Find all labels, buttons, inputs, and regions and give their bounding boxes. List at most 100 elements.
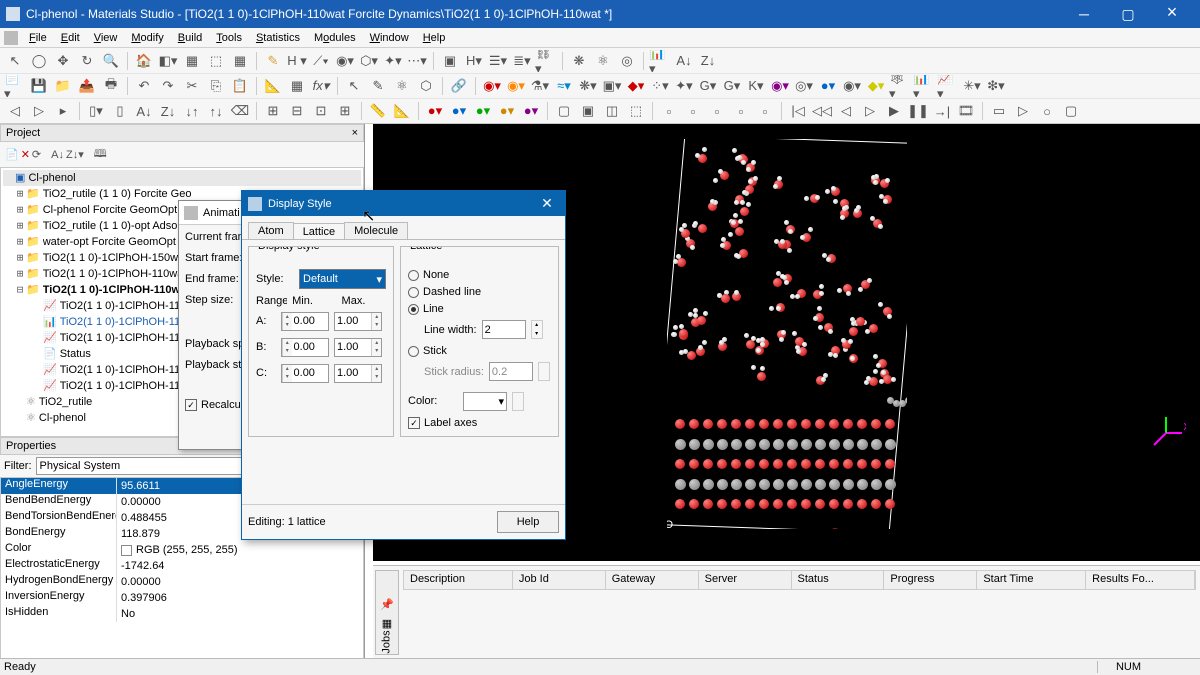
tree-item[interactable]: water-opt Forcite GeomOpt bbox=[43, 234, 176, 250]
tab-atom[interactable]: Atom bbox=[248, 222, 294, 239]
del-icon[interactable]: ⌫ bbox=[229, 100, 251, 122]
sq1-icon[interactable]: ▫ bbox=[658, 100, 680, 122]
box1-icon[interactable]: ▢ bbox=[553, 100, 575, 122]
win2-icon[interactable]: ▯ bbox=[109, 100, 131, 122]
yellow-icon[interactable]: ◆▾ bbox=[865, 75, 887, 97]
job-col[interactable]: Results Fo... bbox=[1086, 571, 1195, 589]
close-button[interactable]: × bbox=[1150, 2, 1194, 23]
purple-icon[interactable]: ◉▾ bbox=[769, 75, 791, 97]
range-max-input[interactable]: ▴▾ bbox=[334, 312, 382, 331]
sq5-icon[interactable]: ▫ bbox=[754, 100, 776, 122]
property-row[interactable]: ElectrostaticEnergy-1742.64 bbox=[1, 558, 363, 574]
hydrogen-icon[interactable]: H ▾ bbox=[286, 50, 308, 72]
back2-icon[interactable]: ◁ bbox=[835, 100, 857, 122]
redo-icon[interactable]: ↷ bbox=[157, 75, 179, 97]
line-width-input[interactable] bbox=[482, 320, 526, 339]
play-icon[interactable]: ▸ bbox=[52, 100, 74, 122]
connect-icon[interactable]: 🔗 bbox=[448, 75, 470, 97]
tree-item[interactable]: TiO2(1 1 0)-1ClPhOH-150wat bbox=[43, 250, 187, 266]
menu-modules[interactable]: Modules bbox=[307, 30, 363, 46]
style-select[interactable]: Default▾ bbox=[299, 269, 386, 289]
sq2-icon[interactable]: ▫ bbox=[682, 100, 704, 122]
flask-icon[interactable]: ⚗▾ bbox=[529, 75, 551, 97]
angle-icon[interactable]: 📐 bbox=[391, 100, 413, 122]
new-icon[interactable]: 📄▾ bbox=[4, 75, 26, 97]
win1-icon[interactable]: ▯▾ bbox=[85, 100, 107, 122]
stick-radius-input[interactable] bbox=[489, 362, 533, 381]
sort2-icon[interactable]: Z↓ bbox=[157, 100, 179, 122]
rbox-icon[interactable]: ▭ bbox=[988, 100, 1010, 122]
more-icon[interactable]: ⋯▾ bbox=[406, 50, 428, 72]
menu-window[interactable]: Window bbox=[363, 30, 416, 46]
tree-tail-item[interactable]: TiO2_rutile bbox=[39, 394, 92, 410]
ring-icon[interactable]: ⬡▾ bbox=[358, 50, 380, 72]
play2-icon[interactable]: ▶ bbox=[883, 100, 905, 122]
property-row[interactable]: HydrogenBondEnergy0.00000 bbox=[1, 574, 363, 590]
label-axes-checkbox[interactable]: ✓Label axes bbox=[408, 417, 551, 429]
tree-child[interactable]: TiO2(1 1 0)-1ClPhOH-110 bbox=[60, 362, 187, 378]
layers-icon[interactable]: ☰▾ bbox=[487, 50, 509, 72]
rec-icon[interactable]: 🎞 bbox=[955, 100, 977, 122]
select-icon[interactable]: ▦ bbox=[181, 50, 203, 72]
tri-icon[interactable]: ▷ bbox=[1012, 100, 1034, 122]
orange-tool-icon[interactable]: ◉▾ bbox=[505, 75, 527, 97]
tree-item[interactable]: TiO2_rutile (1 1 0) Forcite Geo bbox=[43, 186, 192, 202]
move-icon[interactable]: ✥ bbox=[52, 50, 74, 72]
burst-icon[interactable]: ✳▾ bbox=[961, 75, 983, 97]
network-icon[interactable]: 🕸▾ bbox=[889, 75, 911, 97]
dots-icon[interactable]: ⁘▾ bbox=[649, 75, 671, 97]
prev-icon[interactable]: ◁◁ bbox=[811, 100, 833, 122]
tree-child[interactable]: TiO2(1 1 0)-1ClPhOH-110 bbox=[60, 378, 187, 394]
element-icon[interactable]: ◉▾ bbox=[334, 50, 356, 72]
list-icon[interactable]: ▦ bbox=[382, 617, 392, 630]
sort4-icon[interactable]: ↑↓ bbox=[205, 100, 227, 122]
circle-icon[interactable]: ◎▾ bbox=[793, 75, 815, 97]
frame-icon[interactable]: ⬚ bbox=[205, 50, 227, 72]
tree-item[interactable]: TiO2(1 1 0)-1ClPhOH-110wat bbox=[43, 266, 187, 282]
sqend-icon[interactable]: ▢ bbox=[1060, 100, 1082, 122]
colorful1-icon[interactable]: ❋▾ bbox=[577, 75, 599, 97]
dot-m-icon[interactable]: ●▾ bbox=[520, 100, 542, 122]
sort3-icon[interactable]: ↓↑ bbox=[181, 100, 203, 122]
job-col[interactable]: Progress bbox=[884, 571, 977, 589]
blue-icon[interactable]: ●▾ bbox=[817, 75, 839, 97]
property-row[interactable]: IsHiddenNo bbox=[1, 606, 363, 622]
group-icon[interactable]: ◉▾ bbox=[841, 75, 863, 97]
pointer-icon[interactable]: ↖ bbox=[4, 50, 26, 72]
job-col[interactable]: Status bbox=[792, 571, 885, 589]
atom-icon[interactable]: ⚛ bbox=[391, 75, 413, 97]
job-col[interactable]: Description bbox=[404, 571, 513, 589]
box3-icon[interactable]: ◫ bbox=[601, 100, 623, 122]
job-col[interactable]: Start Time bbox=[977, 571, 1086, 589]
radio-none[interactable]: None bbox=[408, 269, 551, 281]
menu-edit[interactable]: Edit bbox=[54, 30, 87, 46]
refresh-icon[interactable]: ⟳ bbox=[32, 148, 41, 161]
tree-tail-item[interactable]: Cl-phenol bbox=[39, 410, 86, 426]
undo-icon[interactable]: ↶ bbox=[133, 75, 155, 97]
tree-root[interactable]: Cl-phenol bbox=[28, 170, 75, 186]
dot-y-icon[interactable]: ●▾ bbox=[496, 100, 518, 122]
stack-icon[interactable]: ≣▾ bbox=[511, 50, 533, 72]
maximize-button[interactable]: ▢ bbox=[1106, 6, 1150, 23]
radio-dashed-line[interactable]: Dashed line bbox=[408, 286, 551, 298]
box4-icon[interactable]: ⬚ bbox=[625, 100, 647, 122]
sort-asc-icon[interactable]: A↓ bbox=[673, 50, 695, 72]
radio-stick[interactable]: Stick bbox=[408, 345, 551, 357]
menu-modify[interactable]: Modify bbox=[124, 30, 170, 46]
table-icon[interactable]: ▦ bbox=[286, 75, 308, 97]
menu-build[interactable]: Build bbox=[171, 30, 209, 46]
range-max-input[interactable]: ▴▾ bbox=[334, 338, 382, 357]
lines-icon[interactable]: 📈▾ bbox=[937, 75, 959, 97]
tree-active-folder[interactable]: TiO2(1 1 0)-1ClPhOH-110wa bbox=[43, 282, 186, 298]
job-col[interactable]: Server bbox=[699, 571, 792, 589]
k-icon[interactable]: K▾ bbox=[745, 75, 767, 97]
tree-child[interactable]: TiO2(1 1 0)-1ClPhOH-110 bbox=[60, 298, 187, 314]
tree-child[interactable]: Status bbox=[60, 346, 91, 362]
save-icon[interactable]: 💾 bbox=[28, 75, 50, 97]
sort-a-icon[interactable]: A↓ bbox=[51, 149, 64, 161]
tree-item[interactable]: TiO2_rutile (1 1 0)-opt Adsorp bbox=[43, 218, 188, 234]
g2-icon[interactable]: G▾ bbox=[721, 75, 743, 97]
bond-icon[interactable]: ⟋▾ bbox=[310, 50, 332, 72]
cursor2-icon[interactable]: ↖ bbox=[343, 75, 365, 97]
radio-line[interactable]: Line bbox=[408, 303, 551, 315]
